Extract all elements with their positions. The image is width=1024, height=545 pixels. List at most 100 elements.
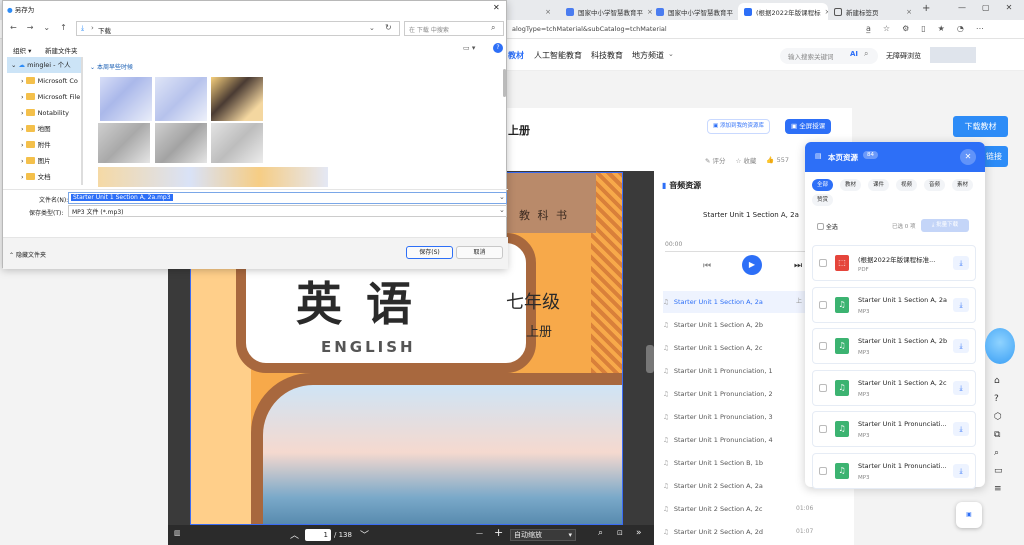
tab-partial[interactable]: × bbox=[507, 3, 557, 20]
audio-track-row[interactable]: ♫ Starter Unit 2 Section A, 2a bbox=[663, 475, 813, 497]
tree-item[interactable]: › 文档 bbox=[7, 169, 81, 185]
back-arrow-icon[interactable]: ← bbox=[10, 23, 17, 32]
audio-track-row[interactable]: ♫ Starter Unit 1 Pronunciation, 1 bbox=[663, 360, 813, 382]
resource-item[interactable]: ♫ Starter Unit 1 Section A, 2c MP3 ⤓ bbox=[812, 369, 976, 406]
sidebar-toggle-icon[interactable]: ▥ bbox=[174, 529, 181, 537]
copy-icon[interactable]: ⧉ bbox=[994, 430, 1000, 440]
download-textbook-button[interactable]: 下载教材 bbox=[953, 116, 1008, 137]
user-avatar-blurred[interactable] bbox=[930, 47, 976, 63]
tab-new-tab[interactable]: 新建标签页 × bbox=[828, 3, 918, 20]
tab-edu-platform-1[interactable]: 国家中小学智慧教育平 × bbox=[560, 3, 655, 20]
resource-item[interactable]: ♫ Starter Unit 1 Pronunciati... MP3 ⤓ bbox=[812, 411, 976, 447]
fullscreen-teach-button[interactable]: ▣ 全屏授课 bbox=[785, 119, 832, 134]
tree-item[interactable]: › 地图 bbox=[7, 121, 81, 137]
chevron-down-icon[interactable]: ⌄ bbox=[369, 24, 375, 32]
audio-track-row[interactable]: ♫ Starter Unit 1 Section A, 2c bbox=[663, 337, 813, 359]
audio-track-row[interactable]: ♫ Starter Unit 1 Section A, 2a 上 bbox=[663, 291, 813, 313]
audio-track-row[interactable]: ♫ Starter Unit 2 Section A, 2d 01:07 bbox=[663, 521, 813, 543]
nav-local-channel[interactable]: 地方频道 bbox=[632, 50, 664, 61]
progress-bar[interactable] bbox=[665, 251, 805, 252]
file-thumbnail[interactable] bbox=[155, 123, 207, 163]
download-icon[interactable]: ⤓ bbox=[953, 422, 969, 436]
search-doc-icon[interactable]: ⌕ bbox=[994, 448, 999, 458]
download-icon[interactable]: ⤓ bbox=[953, 339, 969, 353]
dialog-search-input[interactable]: 在 下载 中搜索 ⌕ bbox=[404, 21, 504, 36]
maximize-button[interactable]: ▢ bbox=[982, 3, 990, 12]
menu-icon[interactable]: ≡ bbox=[994, 484, 1002, 494]
filter-audio[interactable]: 音频 bbox=[924, 179, 946, 191]
page-number-input[interactable]: 1 bbox=[305, 529, 331, 541]
ai-search-icon[interactable]: AI bbox=[850, 50, 858, 58]
checkbox-icon[interactable] bbox=[819, 300, 827, 309]
tab-textbook[interactable]: (根据2022年版课程标 × bbox=[738, 3, 828, 20]
next-page-icon[interactable]: ﹀ bbox=[360, 528, 369, 541]
tree-item[interactable]: › 图片 bbox=[7, 153, 81, 169]
checkbox-icon[interactable] bbox=[819, 342, 827, 350]
assistant-avatar[interactable] bbox=[985, 328, 1015, 364]
tree-item[interactable]: › Microsoft Co bbox=[7, 73, 81, 89]
audio-track-row[interactable]: ♫ Starter Unit 2 Section A, 2c 01:06 bbox=[663, 498, 813, 520]
file-thumbnail[interactable] bbox=[100, 77, 152, 121]
zoom-out-button[interactable]: — bbox=[476, 529, 483, 537]
cancel-button[interactable]: 取消 bbox=[456, 246, 503, 259]
file-thumbnail[interactable] bbox=[155, 77, 207, 121]
organize-menu[interactable]: 组织 ▾ bbox=[13, 45, 31, 55]
up-arrow-icon[interactable]: ↑ bbox=[60, 23, 67, 32]
split-screen-icon[interactable]: ▯ bbox=[921, 24, 925, 33]
new-folder-button[interactable]: 新建文件夹 bbox=[45, 45, 78, 55]
chevron-down-icon[interactable]: ⌄ bbox=[499, 193, 505, 201]
forward-arrow-icon[interactable]: → bbox=[27, 23, 34, 32]
tree-item[interactable]: › Notability bbox=[7, 105, 81, 121]
view-options-icon[interactable]: ▭ ▾ bbox=[463, 44, 475, 52]
next-track-icon[interactable]: ⏭ bbox=[794, 261, 802, 271]
add-to-library-button[interactable]: ▣ 添加到我的资源库 bbox=[707, 119, 770, 134]
more-icon[interactable]: ⋯ bbox=[976, 24, 984, 33]
filename-input[interactable]: Starter Unit 1 Section A, 2a.mp3 ⌄ bbox=[68, 192, 507, 204]
home-icon[interactable]: ⌂ bbox=[994, 376, 1000, 386]
rate-button[interactable]: ✎ 评分 bbox=[705, 155, 726, 165]
help-icon[interactable]: ? bbox=[493, 43, 503, 53]
prev-page-icon[interactable]: ︿ bbox=[290, 528, 299, 541]
cube-icon[interactable]: ⬡ bbox=[994, 412, 1002, 422]
resource-item[interactable]: ♫ Starter Unit 1 Section A, 2a MP3 ⤓ bbox=[812, 286, 976, 323]
collections-icon[interactable]: ★ bbox=[938, 24, 945, 33]
filter-appreciate[interactable]: 赞赏 bbox=[812, 194, 834, 206]
play-button[interactable]: ▶ bbox=[742, 255, 762, 275]
download-icon[interactable]: ⤓ bbox=[953, 297, 969, 312]
zoom-select[interactable]: 自动缩放 ▾ bbox=[510, 529, 576, 541]
favorite-button[interactable]: ☆ 收藏 bbox=[736, 155, 757, 165]
collapse-handle[interactable] bbox=[646, 345, 654, 373]
audio-track-row[interactable]: ♫ Starter Unit 1 Pronunciation, 3 bbox=[663, 406, 813, 428]
path-bar[interactable]: ⤓ › 下载 ⌄ ↻ bbox=[76, 21, 400, 36]
present-icon[interactable]: ⊡ bbox=[617, 529, 623, 537]
audio-track-row[interactable]: ♫ Starter Unit 1 Pronunciation, 2 bbox=[663, 383, 813, 405]
floating-helper-icon[interactable]: ▣ bbox=[956, 502, 982, 528]
tab-close-icon[interactable]: × bbox=[902, 8, 912, 16]
chat-icon[interactable]: ▭ bbox=[994, 466, 1003, 476]
tree-scrollbar[interactable] bbox=[81, 57, 83, 185]
favorite-star-icon[interactable]: ☆ bbox=[883, 24, 890, 33]
filetype-select[interactable]: MP3 文件 (*.mp3) ⌄ bbox=[68, 205, 507, 217]
dialog-close-button[interactable]: ✕ bbox=[493, 3, 500, 12]
url-field[interactable]: alogType=tchMaterial&subCatalog=tchMater… bbox=[512, 25, 667, 33]
select-all[interactable]: 全选 bbox=[817, 222, 838, 231]
nav-tech-education[interactable]: 科技教育 bbox=[591, 50, 623, 61]
download-icon[interactable]: ⤓ bbox=[953, 380, 969, 395]
search-icon[interactable]: ⌕ bbox=[864, 49, 868, 59]
resource-item[interactable]: ♫ Starter Unit 1 Pronunciati... MP3 ⤓ bbox=[812, 452, 976, 489]
profile-icon[interactable]: ◔ bbox=[957, 24, 964, 33]
like-button[interactable]: 👍 557 bbox=[766, 156, 789, 164]
group-header[interactable]: ⌄ 本周早些时候 bbox=[90, 62, 133, 71]
checkbox-icon[interactable] bbox=[819, 425, 827, 433]
resource-item[interactable]: ♫ Starter Unit 1 Section A, 2b MP3 ⤓ bbox=[812, 328, 976, 364]
audio-track-row[interactable]: ♫ Starter Unit 1 Section B, 1b bbox=[663, 452, 813, 474]
new-tab-button[interactable]: + bbox=[922, 3, 930, 14]
prev-track-icon[interactable]: ⏮ bbox=[703, 261, 711, 271]
minimize-button[interactable]: — bbox=[958, 3, 966, 12]
more-tools-icon[interactable]: » bbox=[636, 528, 642, 538]
checkbox-icon[interactable] bbox=[819, 466, 827, 475]
filter-textbook[interactable]: 教材 bbox=[840, 179, 862, 191]
filter-all[interactable]: 全部 bbox=[812, 179, 834, 191]
tree-item[interactable]: › Microsoft File bbox=[7, 89, 81, 105]
tree-root[interactable]: ⌄ ☁ minglei - 个人 bbox=[7, 57, 81, 73]
